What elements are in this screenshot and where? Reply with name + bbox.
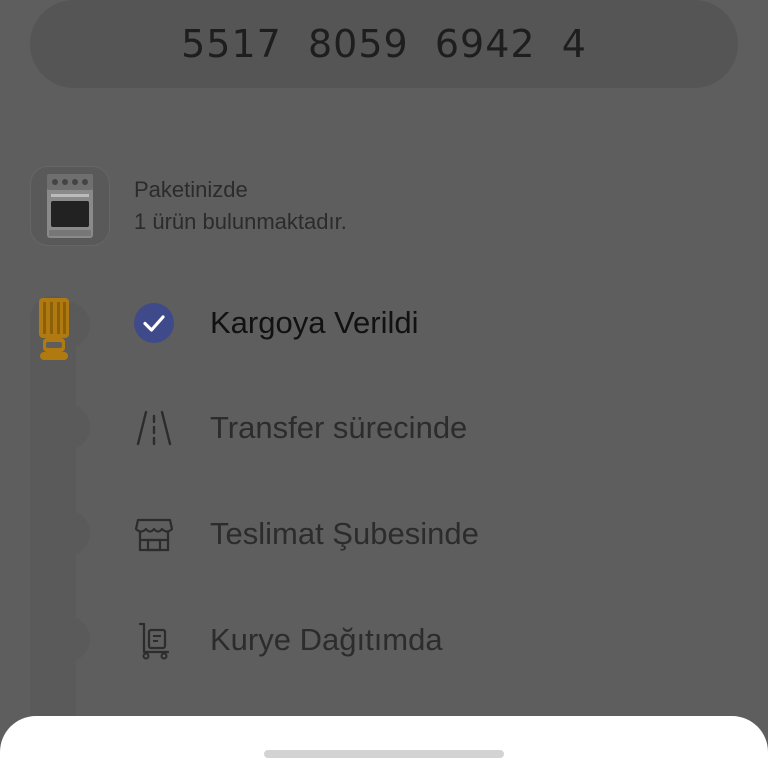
store-icon bbox=[132, 512, 176, 556]
product-thumbnail bbox=[30, 166, 110, 246]
check-circle-icon bbox=[132, 301, 176, 345]
tracking-number: 5517 8059 6942 4 bbox=[181, 22, 587, 66]
step-label: Kurye Dağıtımda bbox=[210, 622, 443, 657]
package-info-title: Paketinizde bbox=[134, 177, 248, 202]
delivery-truck-icon bbox=[36, 296, 74, 369]
rail-node bbox=[44, 510, 90, 556]
sheet-drag-handle[interactable] bbox=[264, 750, 504, 758]
package-summary[interactable]: Paketinizde 1 ürün bulunmaktadır. bbox=[30, 166, 347, 246]
tracking-number-pill[interactable]: 5517 8059 6942 4 bbox=[30, 0, 738, 88]
stove-oven-icon bbox=[47, 174, 93, 238]
timeline-step-shipped: Kargoya Verildi bbox=[132, 301, 419, 345]
bottom-sheet[interactable] bbox=[0, 716, 768, 768]
timeline-step-branch: Teslimat Şubesinde bbox=[132, 512, 479, 556]
road-icon bbox=[132, 406, 176, 450]
courier-cart-icon bbox=[132, 618, 176, 662]
rail-node bbox=[44, 616, 90, 662]
step-label: Transfer sürecinde bbox=[210, 410, 468, 445]
rail-node bbox=[44, 404, 90, 450]
step-label: Kargoya Verildi bbox=[210, 305, 419, 340]
step-label: Teslimat Şubesinde bbox=[210, 516, 479, 551]
timeline-step-transfer: Transfer sürecinde bbox=[132, 406, 467, 450]
package-info-count: 1 ürün bulunmaktadır. bbox=[134, 209, 347, 234]
package-info: Paketinizde 1 ürün bulunmaktadır. bbox=[134, 174, 347, 238]
shipment-tracking-screen: 5517 8059 6942 4 Paketinizde 1 ürün bulu… bbox=[0, 0, 768, 768]
timeline-step-courier: Kurye Dağıtımda bbox=[132, 618, 443, 662]
